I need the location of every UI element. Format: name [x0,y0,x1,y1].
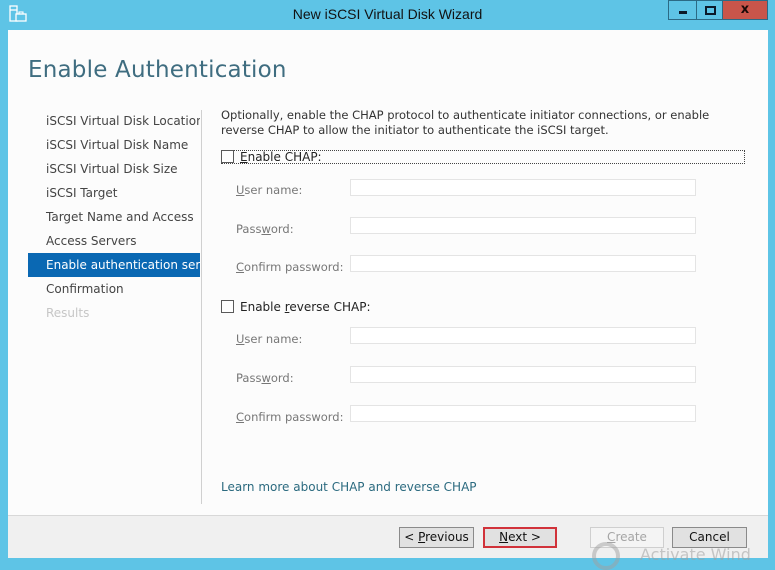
enable-reverse-chap-checkbox[interactable] [221,300,234,313]
nav-step-item[interactable]: Enable authentication ser... [28,253,200,277]
previous-button[interactable]: < Previous [399,527,474,548]
nav-step-item[interactable]: iSCSI Virtual Disk Size [28,157,200,181]
page-title: Enable Authentication [28,57,287,83]
next-button[interactable]: Next > [483,527,557,548]
reverse-chap-username-input[interactable] [350,327,696,344]
reverse-chap-confirm-password-input[interactable] [350,405,696,422]
description-text: Optionally, enable the CHAP protocol to … [221,108,710,137]
chap-password-label: Password: [236,222,294,236]
chap-confirm-password-input[interactable] [350,255,696,272]
nav-step-item[interactable]: Target Name and Access [28,205,200,229]
activation-watermark: Activate Wind [640,545,751,564]
enable-chap-label: Enable CHAP: [240,149,322,164]
wizard-client-area: Enable Authentication iSCSI Virtual Disk… [8,30,768,558]
nav-step-item[interactable]: iSCSI Virtual Disk Name [28,133,200,157]
wizard-step-nav: iSCSI Virtual Disk Location iSCSI Virtual… [28,109,200,325]
chap-username-label: User name: [236,183,303,197]
reverse-chap-confirm-password-label: Confirm password: [236,410,344,424]
enable-reverse-chap-checkbox-row[interactable]: Enable reverse CHAP: [221,298,371,315]
nav-step-item: Results [46,306,90,320]
nav-step-item[interactable]: iSCSI Target [28,181,200,205]
window-title: New iSCSI Virtual Disk Wizard [292,6,483,22]
title-bar[interactable]: New iSCSI Virtual Disk Wizard x [0,0,775,29]
nav-step-item[interactable]: Access Servers [28,229,200,253]
enable-chap-checkbox-row[interactable]: Enable CHAP: [221,148,322,165]
nav-step-item[interactable]: Confirmation [28,277,200,301]
learn-more-chap-link[interactable]: Learn more about CHAP and reverse CHAP [221,480,477,494]
nav-divider [201,110,202,504]
chap-password-input[interactable] [350,217,696,234]
content-panel: Optionally, enable the CHAP protocol to … [221,108,756,494]
chap-username-input[interactable] [350,179,696,196]
reverse-chap-password-label: Password: [236,371,294,385]
reverse-chap-username-label: User name: [236,332,303,346]
enable-chap-checkbox[interactable] [221,150,234,163]
maximize-button[interactable] [696,0,723,20]
close-button[interactable]: x [722,0,768,20]
chap-confirm-password-label: Confirm password: [236,260,344,274]
reverse-chap-password-input[interactable] [350,366,696,383]
minimize-button[interactable] [668,0,697,20]
wizard-window: New iSCSI Virtual Disk Wizard x Enable A… [0,0,775,570]
enable-reverse-chap-label: Enable reverse CHAP: [240,299,371,314]
activation-watermark-icon [592,542,620,570]
nav-step-item[interactable]: iSCSI Virtual Disk Location [28,109,200,133]
close-icon: x [740,2,750,17]
